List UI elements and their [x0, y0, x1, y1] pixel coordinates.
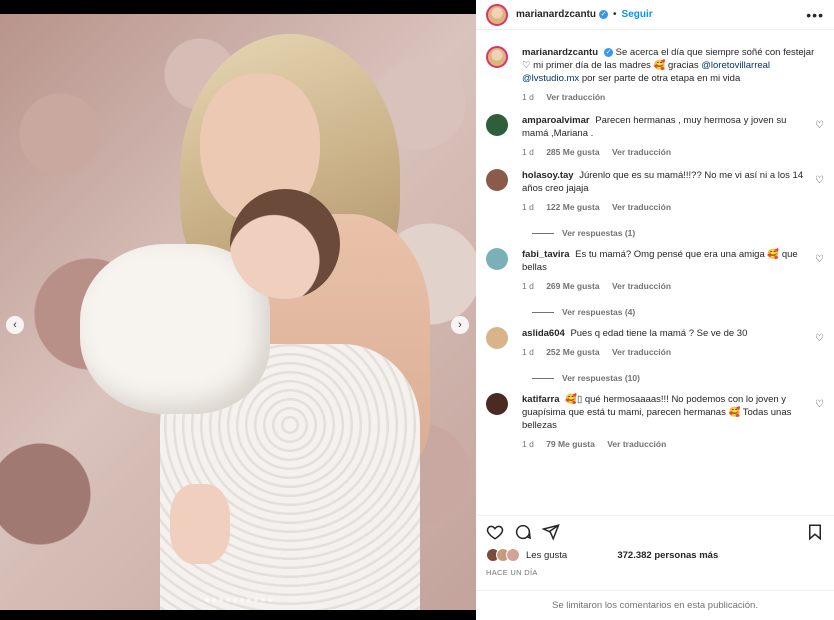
comment-meta: 1 d 269 Me gusta Ver traducción	[522, 280, 808, 293]
carousel-dot	[204, 598, 209, 602]
comment-item: fabi_tavira Es tu mamá? Omg pensé que er…	[486, 248, 824, 317]
carousel-dot	[218, 598, 223, 602]
heart-icon[interactable]: ♡	[808, 120, 824, 159]
avatar[interactable]	[486, 3, 508, 26]
comment-meta: 1 d 285 Me gusta Ver traducción	[522, 146, 808, 159]
list-item: katifarra 🥰▯ qué hermosaaaas!!! No podem…	[486, 393, 824, 451]
post-side-panel: marianardzcantu ✓ • Seguir ••• marianard…	[476, 0, 834, 620]
avatar[interactable]	[486, 114, 508, 136]
comment-icon[interactable]	[514, 523, 532, 541]
comment-age: 1 d	[522, 147, 534, 157]
follow-button[interactable]: Seguir	[622, 9, 653, 20]
comments-list[interactable]: marianardzcantu ✓ Se acerca el día que si…	[476, 36, 834, 515]
avatar[interactable]	[486, 46, 508, 68]
comment-meta: 1 d 252 Me gusta Ver traducción	[522, 346, 808, 359]
comment-likes[interactable]: 269 Me gusta	[546, 281, 599, 291]
post-modal: ‹ › marianardzcantu ✓ • Seguir ••• maria…	[0, 0, 834, 620]
mention-link[interactable]: @lvstudio.mx	[522, 73, 579, 84]
comment-age: 1 d	[522, 202, 534, 212]
comment-meta: 1 d 79 Me gusta Ver traducción	[522, 438, 808, 451]
likes-prefix: Les gusta	[526, 549, 568, 561]
comment-likes[interactable]: 122 Me gusta	[546, 202, 599, 212]
carousel-dot	[260, 598, 265, 602]
list-item: holasoy.tay Júrenlo que es su mamá!!!?? …	[486, 169, 824, 214]
comment-text: Pues q edad tiene la mamá ? Se ve de 30	[570, 328, 748, 339]
comment-likes[interactable]: 285 Me gusta	[546, 147, 599, 157]
comment-age: 1 d	[522, 281, 534, 291]
post-date: HACE UN DÍA	[486, 568, 538, 577]
photo-baby-leg	[170, 484, 230, 564]
list-item: amparoalvimar Parecen hermanas , muy her…	[486, 114, 824, 159]
translate-link[interactable]: Ver traducción	[546, 92, 605, 102]
comments-limited-notice: Se limitaron los comentarios en esta pub…	[476, 590, 834, 620]
heart-icon[interactable]: ♡	[808, 333, 824, 359]
share-icon[interactable]	[542, 523, 560, 541]
heart-icon[interactable]: ♡	[808, 254, 824, 293]
heart-icon[interactable]	[486, 523, 504, 541]
carousel-dot	[267, 598, 272, 602]
list-item: aslida604 Pues q edad tiene la mamá ? Se…	[486, 327, 824, 359]
carousel-dot	[225, 598, 230, 602]
chevron-left-icon[interactable]: ‹	[6, 316, 24, 334]
more-icon[interactable]: •••	[806, 7, 824, 23]
view-replies-link[interactable]: Ver respuestas (1)	[532, 228, 824, 238]
likes-count[interactable]: 372.382 personas más	[617, 550, 718, 561]
caption-username[interactable]: marianardzcantu	[522, 47, 598, 58]
comment-likes[interactable]: 252 Me gusta	[546, 347, 599, 357]
likes-summary[interactable]: Les gusta 372.382 personas más	[486, 548, 824, 562]
avatar[interactable]	[486, 393, 508, 415]
translate-link[interactable]: Ver traducción	[612, 347, 671, 357]
verified-icon: ✓	[599, 10, 609, 19]
comment-username[interactable]: holasoy.tay	[522, 170, 574, 181]
post-photo[interactable]: ‹ ›	[0, 14, 476, 610]
translate-link[interactable]: Ver traducción	[612, 202, 671, 212]
header-username[interactable]: marianardzcantu	[516, 9, 596, 20]
mention-link[interactable]: @loretovillarreal	[701, 60, 770, 71]
chevron-right-icon[interactable]: ›	[451, 316, 469, 334]
avatar[interactable]	[486, 248, 508, 270]
carousel-dot	[253, 598, 258, 602]
comment-username[interactable]: katifarra	[522, 394, 560, 405]
carousel-dots	[0, 598, 476, 602]
translate-link[interactable]: Ver traducción	[612, 147, 671, 157]
comment-text: 🥰▯ qué hermosaaaas!!! No podemos con lo …	[522, 394, 792, 431]
comment-item: aslida604 Pues q edad tiene la mamá ? Se…	[486, 327, 824, 383]
verified-icon: ✓	[604, 47, 614, 57]
translate-link[interactable]: Ver traducción	[607, 439, 666, 449]
comment-item: amparoalvimar Parecen hermanas , muy her…	[486, 114, 824, 159]
comment-age: 1 d	[522, 439, 534, 449]
view-replies-link[interactable]: Ver respuestas (10)	[532, 373, 824, 383]
caption-meta: 1 d Ver traducción	[522, 91, 824, 104]
comment-age: 1 d	[522, 347, 534, 357]
photo-baby-head	[230, 189, 340, 299]
caption-text-end: por ser parte de otra etapa en mi vida	[581, 73, 741, 84]
comment-likes[interactable]: 79 Me gusta	[546, 439, 595, 449]
caption: marianardzcantu ✓ Se acerca el día que si…	[486, 46, 824, 104]
carousel-dot	[211, 598, 216, 602]
action-bar: Les gusta 372.382 personas más HACE UN D…	[476, 515, 834, 585]
caption-age: 1 d	[522, 92, 534, 102]
carousel-dot	[246, 598, 251, 602]
comment-username[interactable]: amparoalvimar	[522, 115, 590, 126]
comment-item: holasoy.tay Júrenlo que es su mamá!!!?? …	[486, 169, 824, 238]
heart-icon[interactable]: ♡	[808, 399, 824, 451]
comment-username[interactable]: fabi_tavira	[522, 249, 570, 260]
comment-rows: amparoalvimar Parecen hermanas , muy her…	[486, 114, 824, 451]
comment-meta: 1 d 122 Me gusta Ver traducción	[522, 201, 808, 214]
bookmark-icon[interactable]	[806, 523, 824, 541]
view-replies-link[interactable]: Ver respuestas (4)	[532, 307, 824, 317]
translate-link[interactable]: Ver traducción	[612, 281, 671, 291]
comment-username[interactable]: aslida604	[522, 328, 565, 339]
comment-item: katifarra 🥰▯ qué hermosaaaas!!! No podem…	[486, 393, 824, 451]
list-item: fabi_tavira Es tu mamá? Omg pensé que er…	[486, 248, 824, 293]
post-header: marianardzcantu ✓ • Seguir •••	[476, 0, 834, 30]
carousel-dot	[232, 598, 237, 602]
avatar[interactable]	[486, 169, 508, 191]
carousel-dot	[239, 598, 244, 602]
liker-avatars	[486, 548, 520, 562]
avatar[interactable]	[486, 327, 508, 349]
separator-dot: •	[613, 9, 617, 20]
heart-icon[interactable]: ♡	[808, 175, 824, 214]
